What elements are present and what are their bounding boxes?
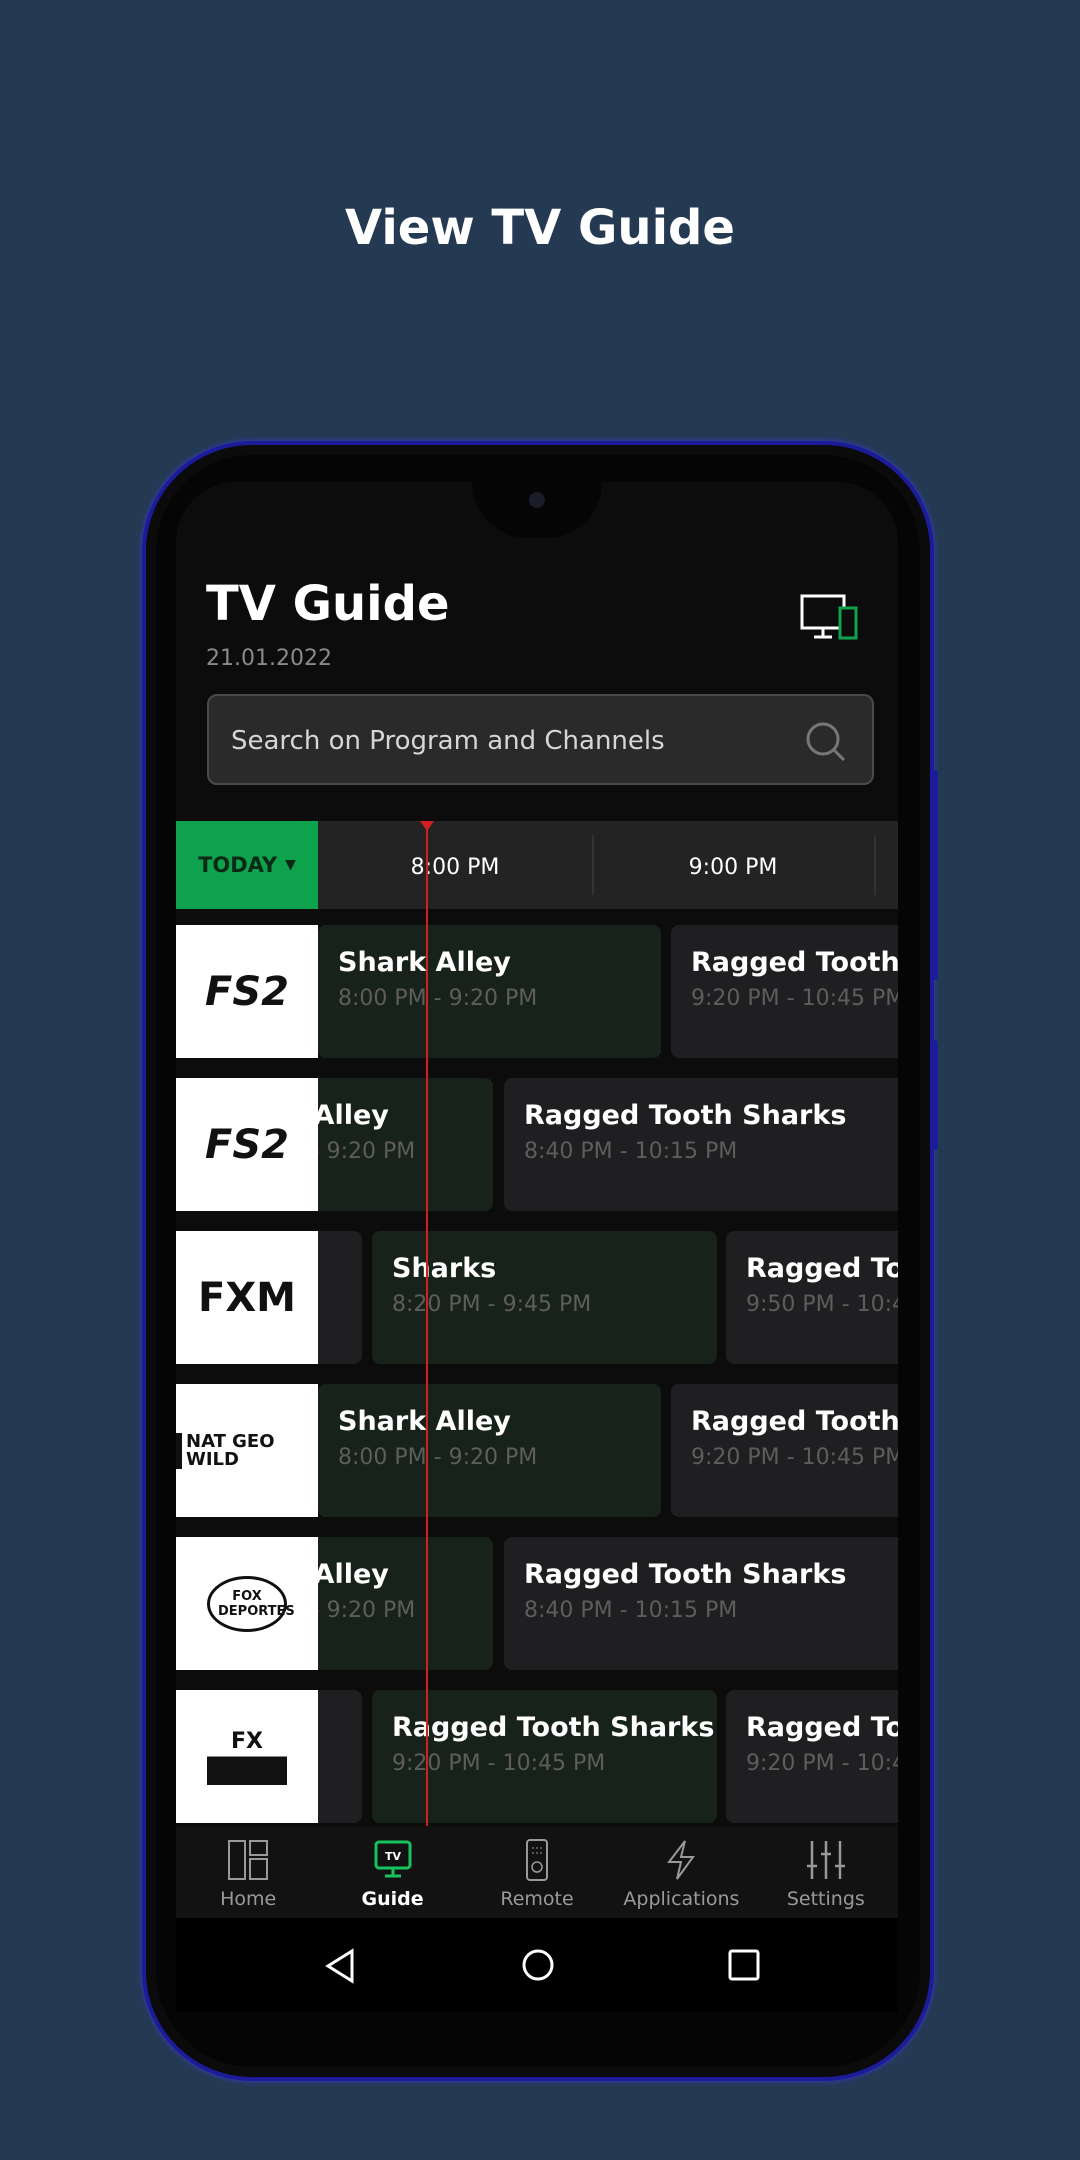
channel-row: FXM Sharks8:20 PM - 9:45 PM Ragged Tooth… (176, 1231, 898, 1364)
channel-row: FS2 Shark Alley8:00 PM - 9:20 PM Ragged … (176, 925, 898, 1058)
current-time-line (426, 821, 428, 1826)
program-block[interactable]: Ragged Tooth Sharks9:20 PM - 10:45 PM (726, 1690, 898, 1823)
channel-row: FS2 Shark Alley8:00 PM - 9:20 PM Ragged … (176, 1078, 898, 1211)
nav-label: Applications (623, 1888, 740, 1910)
recents-button[interactable] (727, 1948, 761, 1986)
time-tick: 9:00 PM (688, 855, 778, 880)
program-block[interactable]: Shark Alley8:00 PM - 9:20 PM (318, 1384, 661, 1517)
nav-applications[interactable]: Applications (609, 1826, 753, 1918)
promo-headline: View TV Guide (345, 200, 735, 256)
nav-label: Home (220, 1888, 277, 1910)
current-time-marker (420, 821, 434, 831)
notch (472, 482, 602, 538)
sliders-icon (806, 1841, 845, 1879)
program-block[interactable] (318, 1231, 362, 1364)
channel-logo-fs2[interactable]: FS2 (176, 925, 318, 1058)
front-camera (529, 492, 545, 508)
channel-row: FX WEST Ragged Tooth Sharks 9:20 PM - 10:… (176, 1690, 898, 1823)
remote-icon (526, 1839, 549, 1881)
program-block[interactable] (318, 1690, 362, 1823)
day-selector[interactable]: TODAY ▼ (176, 821, 318, 909)
program-block[interactable]: Shark Alley8:00 PM - 9:20 PM (318, 925, 661, 1058)
time-divider (874, 835, 876, 895)
svg-text:TV: TV (385, 1850, 402, 1863)
tv-icon: TV (374, 1840, 412, 1878)
program-block[interactable]: Shark Alley8:00 PM - 9:20 PM (318, 1537, 493, 1670)
program-block[interactable]: Sharks 8:20 PM - 9:45 PM (372, 1231, 717, 1364)
nav-home[interactable]: Home (176, 1826, 320, 1918)
program-block[interactable]: Ragged Tooth Sharks9:50 PM - 10:45 PM (726, 1231, 898, 1364)
system-nav-bar (176, 1918, 898, 2012)
channel-row: FOX DEPORTES Shark Alley8:00 PM - 9:20 P… (176, 1537, 898, 1670)
caret-down-icon: ▼ (285, 857, 296, 873)
channel-logo-fx-west[interactable]: FX WEST (176, 1690, 318, 1823)
home-button[interactable] (521, 1948, 555, 1986)
search-input[interactable]: Search on Program and Channels (207, 694, 874, 785)
channel-logo-natgeo-wild[interactable]: NAT GEO WILD (176, 1384, 318, 1517)
channel-logo-fox-deportes[interactable]: FOX DEPORTES (176, 1537, 318, 1670)
bottom-nav: Home TV Guide Remote Applications Settin… (176, 1826, 898, 1918)
nav-guide[interactable]: TV Guide (320, 1826, 464, 1918)
program-block[interactable]: Shark Alley8:00 PM - 9:20 PM (318, 1078, 493, 1211)
lightning-icon (667, 1840, 696, 1880)
nav-label: Settings (786, 1888, 865, 1910)
guide-date: 21.01.2022 (206, 646, 332, 671)
program-block[interactable]: Ragged Tooth Sharks 8:40 PM - 10:15 PM (504, 1537, 898, 1670)
nav-label: Guide (361, 1888, 424, 1910)
page-title: TV Guide (206, 576, 450, 632)
nav-remote[interactable]: Remote (465, 1826, 609, 1918)
search-placeholder: Search on Program and Channels (231, 726, 665, 756)
power-button (932, 1040, 938, 1150)
app-screen: TV Guide 21.01.2022 Search on Program an… (176, 482, 898, 2012)
nav-settings[interactable]: Settings (754, 1826, 898, 1918)
day-selector-label: TODAY (198, 853, 278, 877)
time-divider (592, 835, 594, 895)
channel-row: NAT GEO WILD Shark Alley 8:00 PM - 9:20 P… (176, 1384, 898, 1517)
program-block[interactable]: Ragged Tooth 9:20 PM - 10:45 PM (671, 1384, 898, 1517)
search-icon[interactable] (804, 720, 848, 764)
cast-device-icon[interactable] (800, 594, 862, 644)
volume-button (932, 770, 938, 980)
nav-label: Remote (500, 1888, 574, 1910)
program-block[interactable]: Ragged Tooth Sharks9:20 PM - 10:45 PM (372, 1690, 717, 1823)
channel-logo-fxm[interactable]: FXM (176, 1231, 318, 1364)
program-block[interactable]: Ragged Tooth Sharks 8:40 PM - 10:15 PM (504, 1078, 898, 1211)
channel-logo-fs2[interactable]: FS2 (176, 1078, 318, 1211)
timeline-header: TODAY ▼ 8:00 PM 9:00 PM (176, 821, 898, 909)
back-button[interactable] (324, 1948, 356, 1988)
home-layout-icon (228, 1840, 269, 1880)
program-block[interactable]: Ragged Tooth 9:20 PM - 10:45 PM (671, 925, 898, 1058)
time-tick: 8:00 PM (410, 855, 500, 880)
